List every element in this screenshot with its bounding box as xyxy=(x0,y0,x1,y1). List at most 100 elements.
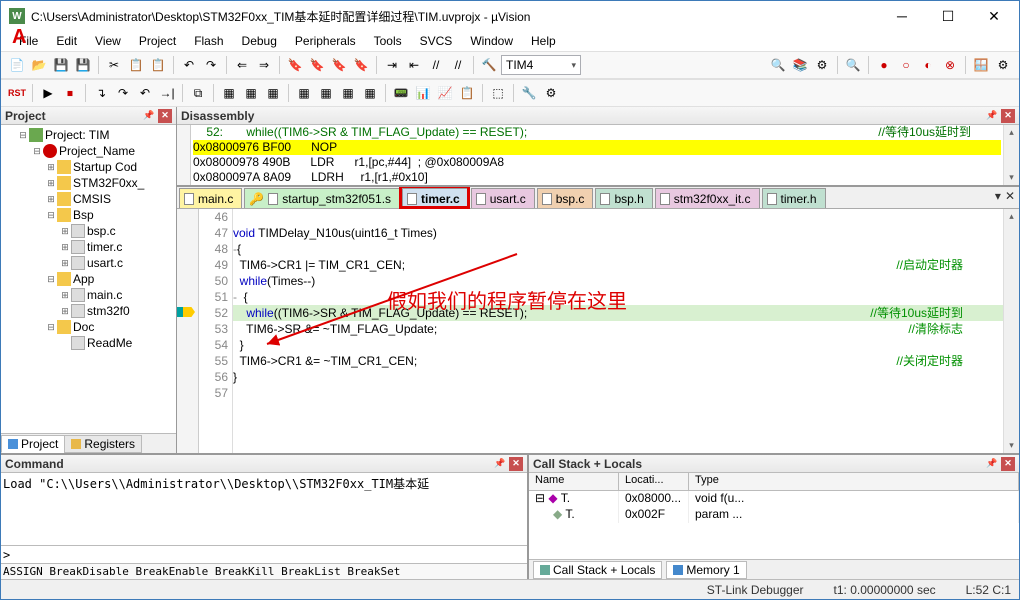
cut-icon[interactable]: ✂ xyxy=(104,55,124,75)
win-cmd-icon[interactable]: ▦ xyxy=(219,83,239,103)
disassembly-body[interactable]: 52: while((TIM6->SR & TIM_FLAG_Update) =… xyxy=(191,125,1003,185)
file-tab-usart[interactable]: usart.c xyxy=(471,188,535,208)
redo-icon[interactable]: ↷ xyxy=(201,55,221,75)
books-icon[interactable]: 📚 xyxy=(790,55,810,75)
menu-debug[interactable]: Debug xyxy=(234,32,285,50)
bookmark-prev-icon[interactable]: 🔖 xyxy=(307,55,327,75)
window-icon[interactable]: 🪟 xyxy=(971,55,991,75)
instr-trace-icon[interactable]: ⬚ xyxy=(488,83,508,103)
bp-insert-icon[interactable]: ● xyxy=(874,55,894,75)
tab-registers[interactable]: Registers xyxy=(64,435,142,453)
file-tab-it[interactable]: stm32f0xx_it.c xyxy=(655,188,760,208)
menu-tools[interactable]: Tools xyxy=(366,32,410,50)
menu-project[interactable]: Project xyxy=(131,32,184,50)
find-combo[interactable]: TIM4 xyxy=(501,55,581,75)
config-icon[interactable]: ⚙ xyxy=(993,55,1013,75)
close-button[interactable]: ✕ xyxy=(971,1,1017,31)
close-panel-icon[interactable]: ✕ xyxy=(1001,109,1015,123)
win-stack-icon[interactable]: ▦ xyxy=(316,83,336,103)
file-tab-bspc[interactable]: bsp.c xyxy=(537,188,594,208)
undo-icon[interactable]: ↶ xyxy=(179,55,199,75)
new-file-icon[interactable]: 📄 xyxy=(7,55,27,75)
paste-icon[interactable]: 📋 xyxy=(148,55,168,75)
command-assign: ASSIGN BreakDisable BreakEnable BreakKil… xyxy=(1,563,527,579)
nav-fwd-icon[interactable]: ⇒ xyxy=(254,55,274,75)
analyzer-icon[interactable]: 📊 xyxy=(413,83,433,103)
bookmark-clear-icon[interactable]: 🔖 xyxy=(351,55,371,75)
bp-disable-icon[interactable]: ◐ xyxy=(918,55,938,75)
menu-peripherals[interactable]: Peripherals xyxy=(287,32,364,50)
save-icon[interactable]: 💾 xyxy=(51,55,71,75)
tab-project[interactable]: Project xyxy=(1,435,65,453)
pin-icon[interactable]: 📌 xyxy=(985,457,999,471)
open-file-icon[interactable]: 📂 xyxy=(29,55,49,75)
bp-kill-icon[interactable]: ⊗ xyxy=(940,55,960,75)
callstack-table[interactable]: Name Locati... Type ⊟ ◆ T. 0x08000... vo… xyxy=(529,473,1019,559)
outdent-icon[interactable]: ⇤ xyxy=(404,55,424,75)
menu-help[interactable]: Help xyxy=(523,32,564,50)
win-watch-icon[interactable]: ▦ xyxy=(338,83,358,103)
tab-dropdown-icon[interactable]: ▾ xyxy=(995,189,1001,203)
find-icon[interactable]: 🔍 xyxy=(768,55,788,75)
menu-svcs[interactable]: SVCS xyxy=(412,32,461,50)
close-panel-icon[interactable]: ✕ xyxy=(158,109,172,123)
file-tab-timer[interactable]: timer.c xyxy=(402,188,469,208)
menu-flash[interactable]: Flash xyxy=(186,32,231,50)
show-code-icon[interactable]: ⧉ xyxy=(188,83,208,103)
win-memory-icon[interactable]: ▦ xyxy=(360,83,380,103)
build-icon[interactable]: 🔨 xyxy=(479,55,499,75)
comment-icon[interactable]: // xyxy=(426,55,446,75)
win-regs-icon[interactable]: ▦ xyxy=(294,83,314,103)
run-icon[interactable]: ▶ xyxy=(38,83,58,103)
pin-icon[interactable]: 📌 xyxy=(985,109,999,123)
trace-icon[interactable]: 📈 xyxy=(435,83,455,103)
tab-memory[interactable]: Memory 1 xyxy=(666,561,746,579)
tab-callstack[interactable]: Call Stack + Locals xyxy=(533,561,662,579)
debug-icon[interactable]: 🔍 xyxy=(843,55,863,75)
uncomment-icon[interactable]: // xyxy=(448,55,468,75)
reset-icon[interactable]: RST xyxy=(7,83,27,103)
bookmark-icon[interactable]: 🔖 xyxy=(285,55,305,75)
serial-icon[interactable]: 📟 xyxy=(391,83,411,103)
maximize-button[interactable]: ☐ xyxy=(925,1,971,31)
win-disasm-icon[interactable]: ▦ xyxy=(241,83,261,103)
stop-icon[interactable]: ⏹ xyxy=(60,83,80,103)
project-tabs: Project Registers xyxy=(1,433,176,453)
menu-view[interactable]: View xyxy=(87,32,129,50)
scrollbar[interactable]: ▴▾ xyxy=(1003,209,1019,453)
command-input[interactable]: > xyxy=(1,545,527,563)
menu-window[interactable]: Window xyxy=(462,32,521,50)
app-icon: W xyxy=(9,8,25,24)
win-symbols-icon[interactable]: ▦ xyxy=(263,83,283,103)
bp-enable-icon[interactable]: ○ xyxy=(896,55,916,75)
pin-icon[interactable]: 📌 xyxy=(142,109,156,123)
options-icon[interactable]: ⚙ xyxy=(541,83,561,103)
pin-icon[interactable]: 📌 xyxy=(493,457,507,471)
file-tab-bsph[interactable]: bsp.h xyxy=(595,188,652,208)
step-out-icon[interactable]: ↶ xyxy=(135,83,155,103)
indent-icon[interactable]: ⇥ xyxy=(382,55,402,75)
code-editor[interactable]: 464748495051525354555657 void TIMDelay_N… xyxy=(177,209,1019,453)
step-over-icon[interactable]: ↷ xyxy=(113,83,133,103)
command-output[interactable]: Load "C:\\Users\\Administrator\\Desktop\… xyxy=(1,473,527,545)
sys-analyzer-icon[interactable]: 📋 xyxy=(457,83,477,103)
file-tab-main[interactable]: main.c xyxy=(179,188,242,208)
close-panel-icon[interactable]: ✕ xyxy=(1001,457,1015,471)
toolbox-icon[interactable]: 🔧 xyxy=(519,83,539,103)
file-tab-timerh[interactable]: timer.h xyxy=(762,188,826,208)
close-panel-icon[interactable]: ✕ xyxy=(509,457,523,471)
tab-close-icon[interactable]: ✕ xyxy=(1005,189,1015,203)
nav-back-icon[interactable]: ⇐ xyxy=(232,55,252,75)
save-all-icon[interactable]: 💾 xyxy=(73,55,93,75)
scrollbar[interactable]: ▴▾ xyxy=(1003,125,1019,185)
step-into-icon[interactable]: ↴ xyxy=(91,83,111,103)
project-tree[interactable]: ⊟Project: TIM ⊟Project_Name ⊞Startup Cod… xyxy=(1,125,176,433)
bookmark-next-icon[interactable]: 🔖 xyxy=(329,55,349,75)
file-tab-startup[interactable]: 🔑startup_stm32f051.s xyxy=(244,188,400,208)
titlebar: W C:\Users\Administrator\Desktop\STM32F0… xyxy=(1,1,1019,31)
minimize-button[interactable]: ─ xyxy=(879,1,925,31)
copy-icon[interactable]: 📋 xyxy=(126,55,146,75)
menu-edit[interactable]: Edit xyxy=(48,32,85,50)
manage-icon[interactable]: ⚙ xyxy=(812,55,832,75)
run-to-cursor-icon[interactable]: →| xyxy=(157,83,177,103)
